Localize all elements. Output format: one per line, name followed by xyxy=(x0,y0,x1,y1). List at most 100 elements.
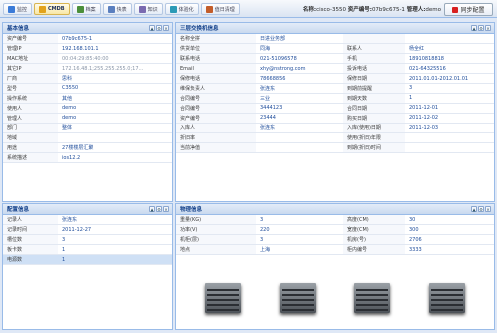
close-icon[interactable]: ✕ xyxy=(485,25,491,31)
row-key: 入库(使用)日期 xyxy=(343,123,405,134)
row-value[interactable]: 3333 xyxy=(405,244,494,256)
row-value[interactable]: 300 xyxy=(405,224,494,236)
row-value[interactable]: 172.16.48.1;255.255.255.0;17... xyxy=(58,63,172,75)
tab-3[interactable]: 快表 xyxy=(102,3,132,15)
row-value[interactable] xyxy=(405,132,494,144)
row-value[interactable]: 021-64325516 xyxy=(405,63,494,75)
row-value[interactable]: 整体 xyxy=(58,123,172,134)
row-value[interactable]: 1 xyxy=(58,244,172,256)
tab-1[interactable]: CMDB xyxy=(34,3,70,15)
panel-tools: ▲ ⚙ ✕ xyxy=(148,25,169,31)
row-value[interactable]: 杨全红 xyxy=(405,43,494,55)
row-value[interactable]: ios12.2 xyxy=(58,152,172,164)
table-row: 保修电话 78668856 保修日期 2011.01.01-2012.01.01 xyxy=(176,73,494,84)
row-key: 机房(号) xyxy=(343,234,405,246)
collapse-icon[interactable]: ▲ xyxy=(471,25,477,31)
name-label: 名称: xyxy=(302,7,317,13)
collapse-icon[interactable]: ▲ xyxy=(149,25,155,31)
collapse-icon[interactable]: ▲ xyxy=(149,206,155,212)
settings-icon[interactable]: ⚙ xyxy=(156,25,162,31)
row-key xyxy=(343,34,405,45)
settings-icon[interactable]: ⚙ xyxy=(156,206,162,212)
row-value[interactable]: 1 xyxy=(58,254,172,265)
basic-info-table: 资产编号 07b9c675-1 管理IP 192.168.101.1 MAC地址 00:0… xyxy=(3,34,172,164)
row-value[interactable]: 3 xyxy=(256,215,343,226)
close-icon[interactable]: ✕ xyxy=(163,25,169,31)
row-value[interactable]: 2011-12-01 xyxy=(405,103,494,114)
table-row: 管理人 demo xyxy=(3,113,172,124)
row-value[interactable] xyxy=(405,142,494,154)
switch-info-panel: 三层交换机信息 ▲ ⚙ ✕ 名称全拼 日进业务部 供货单位 同海 联系人 杨全红 联系电话 021-… xyxy=(175,22,495,202)
row-key: 到期前提醒 xyxy=(343,83,405,94)
row-value[interactable] xyxy=(58,132,172,144)
tab-label: 体验化 xyxy=(178,6,194,13)
device-image-3[interactable] xyxy=(351,277,393,319)
row-value[interactable]: 3 xyxy=(405,83,494,94)
duty-icon xyxy=(205,5,213,13)
row-key: 使用(折旧)年限 xyxy=(343,132,405,144)
row-value[interactable]: C3550 xyxy=(58,83,172,94)
tab-5[interactable]: 体验化 xyxy=(164,3,199,15)
row-value[interactable]: 张连东 xyxy=(58,215,172,226)
table-row: 维保负责人 张连东 到期前提醒 3 xyxy=(176,83,494,94)
row-value[interactable] xyxy=(405,34,494,45)
row-value[interactable]: 其他 xyxy=(58,93,172,104)
table-row: 用途 27楼楼层汇聚 xyxy=(3,142,172,154)
row-value[interactable]: xhy@nstrong.com xyxy=(256,63,343,75)
knowledge-icon xyxy=(138,5,146,13)
row-key: 地点 xyxy=(176,244,256,256)
row-value[interactable]: 3444123 xyxy=(256,103,343,114)
row-value[interactable]: 07b9c675-1 xyxy=(58,34,172,45)
tab-6[interactable]: 值日清理 xyxy=(200,3,240,15)
table-row: 操作系统 其他 xyxy=(3,93,172,104)
row-value[interactable] xyxy=(256,132,343,144)
settings-icon[interactable]: ⚙ xyxy=(478,206,484,212)
row-value[interactable]: 192.168.101.1 xyxy=(58,43,172,55)
row-value[interactable]: 2011-12-03 xyxy=(405,123,494,134)
row-value[interactable]: 同海 xyxy=(256,43,343,55)
row-key: 功率(V) xyxy=(176,224,256,236)
row-key: 板卡数 xyxy=(3,244,58,256)
table-row: 板卡数 1 xyxy=(3,244,172,256)
close-icon[interactable]: ✕ xyxy=(485,206,491,212)
row-value[interactable]: demo xyxy=(58,113,172,124)
row-value[interactable]: 张连东 xyxy=(256,123,343,134)
device-image-2[interactable] xyxy=(277,277,319,319)
collapse-icon[interactable]: ▲ xyxy=(471,206,477,212)
row-value[interactable]: 23444 xyxy=(256,113,343,124)
tab-0[interactable]: 监控 xyxy=(3,3,33,15)
row-value[interactable]: 思科 xyxy=(58,73,172,84)
row-key: 记录时间 xyxy=(3,224,58,236)
sync-config-button[interactable]: 同步配置 xyxy=(444,3,493,16)
row-value[interactable]: 3 xyxy=(256,234,343,246)
row-value[interactable]: 2011-12-02 xyxy=(405,113,494,124)
table-row: 功率(V) 220 宽度(CM) 300 xyxy=(176,224,494,236)
row-value[interactable]: 220 xyxy=(256,224,343,236)
row-value[interactable]: 日进业务部 xyxy=(256,34,343,45)
row-value[interactable]: 2706 xyxy=(405,234,494,246)
settings-icon[interactable]: ⚙ xyxy=(478,25,484,31)
row-value[interactable]: 张连东 xyxy=(256,83,343,94)
row-value[interactable]: 18910818818 xyxy=(405,53,494,65)
device-image-1[interactable] xyxy=(202,277,244,319)
row-value[interactable]: 2011.01.01-2012.01.01 xyxy=(405,73,494,84)
row-value[interactable]: 30 xyxy=(405,215,494,226)
panel-tools: ▲ ⚙ ✕ xyxy=(148,206,169,212)
tab-2[interactable]: 档案 xyxy=(71,3,101,15)
row-value[interactable] xyxy=(256,142,343,154)
row-value[interactable]: 1 xyxy=(405,93,494,104)
row-value[interactable]: 021-51096578 xyxy=(256,53,343,65)
row-key: MAC地址 xyxy=(3,53,58,65)
tab-4[interactable]: 知识 xyxy=(133,3,163,15)
row-value[interactable]: 27楼楼层汇聚 xyxy=(58,142,172,154)
row-value[interactable]: 三业 xyxy=(256,93,343,104)
row-value[interactable]: 上海 xyxy=(256,244,343,256)
row-value[interactable]: 78668856 xyxy=(256,73,343,84)
close-icon[interactable]: ✕ xyxy=(163,206,169,212)
device-image-4[interactable] xyxy=(426,277,468,319)
row-value[interactable]: demo xyxy=(58,103,172,114)
row-value[interactable]: 3 xyxy=(58,234,172,246)
row-value[interactable]: 00:04:29:85:40:00 xyxy=(58,53,172,65)
row-key: 投诉电话 xyxy=(343,63,405,75)
row-value[interactable]: 2011-12-27 xyxy=(58,224,172,236)
